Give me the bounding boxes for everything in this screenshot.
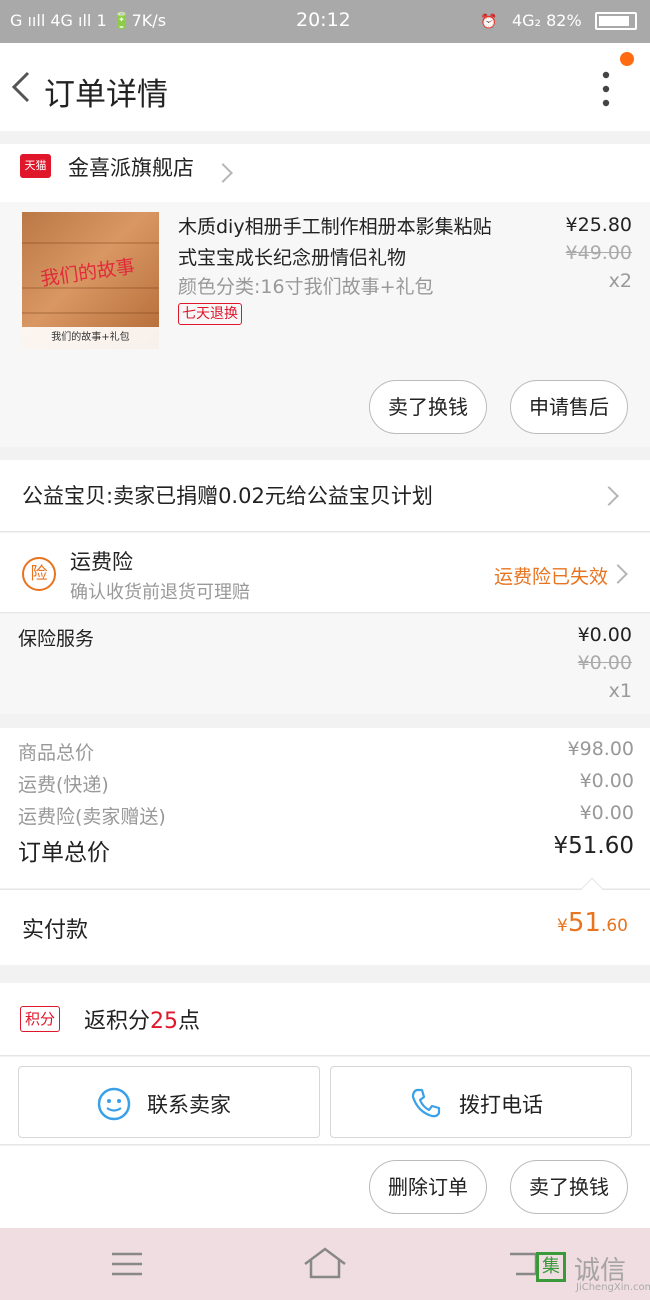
shipping-insurance-label: 运费险(卖家赠送) xyxy=(18,806,166,828)
contact-seller-button[interactable]: 联系卖家 xyxy=(18,1066,320,1138)
paid-label: 实付款 xyxy=(22,918,89,943)
goods-total-label: 商品总价 xyxy=(18,742,95,764)
watermark-url: JiChengXin.com xyxy=(576,1282,650,1293)
insurance-service-item: 保险服务 ¥0.00 ¥0.00 x1 xyxy=(0,614,650,714)
points-badge: 积分 xyxy=(20,1006,61,1032)
points-text: 返积分25点 xyxy=(84,1009,201,1034)
delete-order-button[interactable]: 删除订单 xyxy=(369,1160,487,1214)
home-icon[interactable] xyxy=(302,1246,348,1280)
order-summary: 商品总价 ¥98.00 运费(快递) ¥0.00 运费险(卖家赠送) ¥0.00… xyxy=(0,728,650,888)
alarm-icon: ⏰ xyxy=(480,14,498,30)
shipping-value: ¥0.00 xyxy=(579,770,634,792)
product-original-price: ¥49.00 xyxy=(565,242,632,264)
service-quantity: x1 xyxy=(608,680,632,702)
insurance-icon: 险 xyxy=(22,557,56,591)
chevron-right-icon xyxy=(213,163,233,183)
tmall-icon: 天猫 xyxy=(20,154,51,178)
order-total-label: 订单总价 xyxy=(18,840,110,866)
sell-for-cash-button[interactable]: 卖了换钱 xyxy=(369,380,487,434)
header: 订单详情 xyxy=(0,43,650,131)
paid-value: ¥51.60 xyxy=(557,908,628,938)
back-nav-icon[interactable] xyxy=(506,1250,540,1278)
call-phone-label: 拨打电话 xyxy=(459,1093,543,1117)
paid-amount-row: 实付款 ¥51.60 xyxy=(0,877,650,965)
apply-after-sale-button[interactable]: 申请售后 xyxy=(510,380,628,434)
notification-dot xyxy=(620,52,634,66)
product-quantity: x2 xyxy=(608,270,632,292)
contact-seller-label: 联系卖家 xyxy=(147,1093,231,1117)
shipping-insurance-value: ¥0.00 xyxy=(579,802,634,824)
status-time: 20:12 xyxy=(296,9,351,31)
service-original-price: ¥0.00 xyxy=(577,652,632,674)
chevron-right-icon xyxy=(608,564,628,584)
chevron-right-icon xyxy=(599,486,619,506)
watermark-mark: 集 xyxy=(536,1252,566,1282)
points-row: 积分 返积分25点 xyxy=(0,983,650,1056)
charity-text: 公益宝贝:卖家已捐赠0.02元给公益宝贝计划 xyxy=(22,484,433,508)
chat-face-icon xyxy=(97,1087,131,1121)
bottom-action-bar: 删除订单 卖了换钱 xyxy=(0,1146,650,1228)
status-bar: G ııll 4G ıll 1 🔋7K/s 20:12 ⏰ 4G₂ 82% xyxy=(0,0,650,43)
store-row[interactable]: 天猫 金喜派旗舰店 xyxy=(0,144,650,202)
product-image[interactable]: 我们的故事 我们的故事+礼包 xyxy=(22,212,159,349)
service-price: ¥0.00 xyxy=(577,624,632,646)
product-image-caption: 我们的故事+礼包 xyxy=(22,327,159,349)
sell-for-cash-bottom-button[interactable]: 卖了换钱 xyxy=(510,1160,628,1214)
contact-area: 联系卖家 拨打电话 xyxy=(0,1057,650,1145)
insurance-subtitle: 确认收货前退货可理赔 xyxy=(70,582,250,603)
call-phone-button[interactable]: 拨打电话 xyxy=(330,1066,632,1138)
order-total-value: ¥51.60 xyxy=(553,833,634,859)
product-price: ¥25.80 xyxy=(565,214,632,236)
product-image-text: 我们的故事 xyxy=(39,255,137,291)
status-right: 4G₂ 82% xyxy=(512,11,582,30)
watermark-logo: 集 诚信 JiChengXin.com xyxy=(536,1250,650,1298)
charity-row[interactable]: 公益宝贝:卖家已捐赠0.02元给公益宝贝计划 xyxy=(0,460,650,532)
status-left: G ııll 4G ıll 1 🔋7K/s xyxy=(10,11,167,30)
store-name[interactable]: 金喜派旗舰店 xyxy=(68,152,194,182)
phone-icon xyxy=(411,1088,441,1118)
product-item[interactable]: 我们的故事 我们的故事+礼包 木质diy相册手工制作相册本影集粘贴式宝宝成长纪念… xyxy=(0,202,650,447)
shipping-insurance-row[interactable]: 险 运费险 确认收货前退货可理赔 运费险已失效 xyxy=(0,533,650,613)
product-title[interactable]: 木质diy相册手工制作相册本影集粘贴式宝宝成长纪念册情侣礼物 xyxy=(178,212,508,274)
page-title: 订单详情 xyxy=(44,77,168,113)
insurance-status: 运费险已失效 xyxy=(493,566,608,588)
menu-icon[interactable] xyxy=(110,1250,144,1278)
product-spec: 颜色分类:16寸我们故事+礼包 xyxy=(178,276,434,298)
battery-icon xyxy=(595,12,637,30)
back-arrow-icon[interactable] xyxy=(8,69,38,105)
shipping-label: 运费(快递) xyxy=(18,774,109,796)
seven-day-return-badge: 七天退换 xyxy=(178,303,242,325)
service-name: 保险服务 xyxy=(18,628,95,650)
insurance-title: 运费险 xyxy=(70,550,133,574)
more-menu-icon[interactable] xyxy=(596,70,616,108)
goods-total-value: ¥98.00 xyxy=(567,738,634,760)
